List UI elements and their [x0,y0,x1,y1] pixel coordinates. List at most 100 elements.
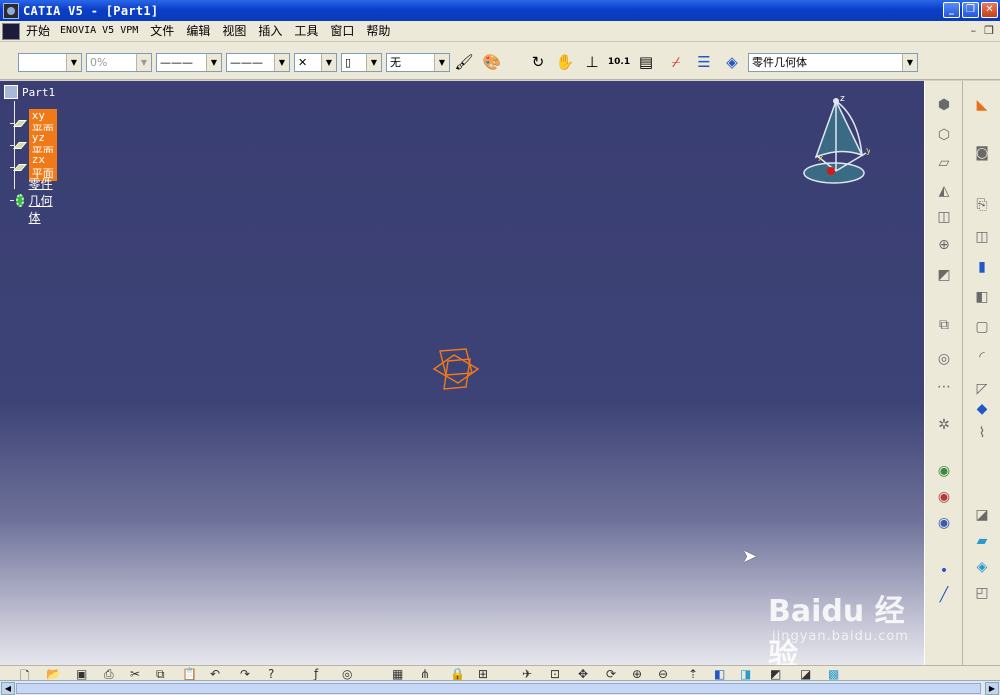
pan-icon[interactable]: ✥ [578,667,588,681]
shaft-icon[interactable]: ▱ [933,153,955,173]
scroll-thumb[interactable] [16,683,981,694]
tree-icon[interactable]: ⋔ [420,667,430,681]
horizontal-scrollbar[interactable]: ◀ ▶ [0,680,1000,695]
transparency-select[interactable]: 0% ▼ [86,53,152,72]
color-select[interactable]: ▼ [18,53,82,72]
pattern-icon[interactable]: ⋯ [933,377,955,397]
catalog-icon[interactable]: ◎ [342,667,352,681]
close-button[interactable]: ✕ [981,2,998,18]
menu-edit[interactable]: 编辑 [180,21,216,41]
groove-icon[interactable]: ◭ [933,181,955,201]
line-type-select[interactable]: ——— ▼ [226,53,290,72]
menu-enovia[interactable]: ENOVIA V5 VPM [54,21,144,41]
mdi-restore-button[interactable]: ❐ [984,24,994,37]
swap-space-icon[interactable]: ◪ [800,667,811,681]
minimize-button[interactable]: _ [943,2,960,18]
menu-start[interactable]: 开始 [22,21,54,41]
menu-insert[interactable]: 插入 [252,21,288,41]
tree-node-part-body[interactable]: 零件几何体 [10,175,55,226]
sketch-icon[interactable]: ◣ [971,95,993,115]
mdi-minimize-button[interactable]: – [971,24,977,37]
scroll-right-icon[interactable]: ▶ [985,682,999,695]
layer-select[interactable]: ▯ ▼ [341,53,382,72]
split-icon[interactable]: ◧ [971,287,993,307]
catia-app-icon[interactable] [3,2,19,19]
line-thickness-select[interactable]: ——— ▼ [156,53,222,72]
rotate-view-icon[interactable]: ⟳ [606,667,616,681]
hide-show-icon[interactable]: ◩ [770,667,781,681]
restore-button[interactable]: ❐ [962,2,979,18]
undo-icon[interactable]: ↶ [210,667,220,681]
thickness-icon[interactable]: ▮ [971,257,993,277]
hole-icon[interactable]: ◫ [933,207,955,227]
boolean-add-icon[interactable]: ◉ [933,461,955,481]
open-icon[interactable]: 📂 [46,667,61,681]
normal-view-icon[interactable]: ⇡ [688,667,698,681]
units-icon[interactable]: 10.1 [607,50,631,74]
point-symbol-select[interactable]: ✕ ▼ [294,53,337,72]
thick-surface-icon[interactable]: ▰ [971,531,993,551]
draft-icon[interactable]: ◆ [971,399,993,419]
hierarchy-icon[interactable]: ⊞ [478,667,488,681]
menu-window[interactable]: 窗口 [324,21,360,41]
origin-planes-icon[interactable] [430,345,482,393]
redo-icon[interactable]: ↷ [240,667,250,681]
close-surface-icon[interactable]: ◪ [971,505,993,525]
menu-tools[interactable]: 工具 [288,21,324,41]
shading-icon[interactable]: ◨ [740,667,751,681]
boolean-intersect-icon[interactable]: ◉ [933,513,955,533]
paste-icon[interactable]: 📋 [182,667,197,681]
tree-root-part[interactable]: Part1 [4,85,55,99]
axis-icon[interactable]: ⊥ [580,50,604,74]
rib-icon[interactable]: ⊕ [933,235,955,255]
list-icon[interactable]: ☰ [692,50,716,74]
lock-icon[interactable]: 🔒 [450,667,465,681]
quick-view-icon[interactable]: ◧ [714,667,725,681]
save-icon[interactable]: ▣ [76,667,87,681]
annotation-icon[interactable]: ◰ [971,583,993,603]
current-body-select[interactable]: 零件几何体 ▼ [748,53,918,72]
slot-icon[interactable]: ◩ [933,265,955,285]
rotate-icon[interactable]: ↻ [526,50,550,74]
stiffener-icon[interactable]: ⧉ [933,315,955,335]
zoom-in-icon[interactable]: ⊕ [632,667,642,681]
catia-menu-icon[interactable] [2,22,20,40]
point-icon[interactable]: • [933,561,955,581]
zoom-out-icon[interactable]: ⊖ [658,667,668,681]
whats-this-icon[interactable]: ? [268,667,274,681]
loft-icon[interactable]: ◎ [933,349,955,369]
measure-icon[interactable]: ◙ [971,143,993,163]
sew-surface-icon[interactable]: ◈ [971,557,993,577]
layer-icon[interactable]: ◈ [720,50,744,74]
scroll-left-icon[interactable]: ◀ [1,682,15,695]
chamfer-icon[interactable]: ◸ [971,379,993,399]
thread-icon[interactable]: ⌇ [971,423,993,443]
cube-icon[interactable]: ▤ [634,50,658,74]
3d-viewport[interactable]: Part1 xy 平面 yz 平面 zx 平面 零件几何体 z x y ➤ Ba… [0,81,924,673]
boolean-remove-icon[interactable]: ◉ [933,487,955,507]
fillet-icon[interactable]: ◜ [971,347,993,367]
dimension-icon[interactable]: ⌿ [664,50,688,74]
menu-file[interactable]: 文件 [144,21,180,41]
pocket-icon[interactable]: ⬡ [933,125,955,145]
sweep-icon[interactable]: ⎘ [971,195,993,215]
fit-all-icon[interactable]: ⊡ [550,667,560,681]
pad-icon[interactable]: ⬢ [933,95,955,115]
compass-icon[interactable]: z x y [800,87,870,187]
remove-face-icon[interactable]: ◫ [971,227,993,247]
material-icon[interactable]: ▩ [828,667,839,681]
menu-view[interactable]: 视图 [216,21,252,41]
hand-icon[interactable]: ✋ [553,50,577,74]
plane-icon [13,163,28,171]
fly-icon[interactable]: ✈ [522,667,532,681]
table-icon[interactable]: ▦ [392,667,403,681]
shell-icon[interactable]: ▢ [971,317,993,337]
render-style-select[interactable]: 无 ▼ [386,53,450,72]
cut-icon[interactable]: ✂ [130,667,140,681]
line-icon[interactable]: ╱ [933,585,955,605]
transform-icon[interactable]: ✲ [933,415,955,435]
menu-help[interactable]: 帮助 [360,21,396,41]
properties-icon[interactable]: 🎨 [480,50,504,74]
paint-brush-icon[interactable]: 🖌 [452,50,476,74]
formula-icon[interactable]: ƒ [314,667,318,681]
